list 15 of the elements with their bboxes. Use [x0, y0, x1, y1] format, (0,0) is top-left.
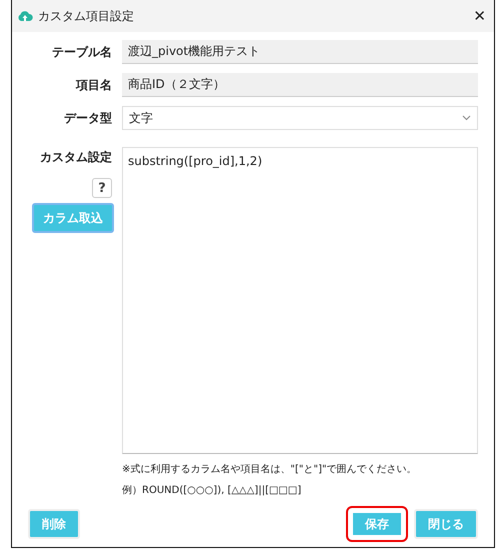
select-field[interactable]: 文字 [122, 106, 478, 130]
hint-text: 例）ROUND([○○○]), [△△△]||[□□□] [122, 484, 302, 497]
field-label: データ型 [63, 110, 112, 126]
close-button[interactable]: ✕ [473, 7, 486, 25]
formula-textarea[interactable]: substring([pro_id],1,2) [122, 147, 478, 454]
help-button[interactable]: ? [92, 178, 112, 198]
field-label: テーブル名 [51, 44, 112, 60]
field-label: カスタム設定 [40, 149, 112, 166]
chevron-icon [462, 115, 471, 121]
readonly-field: 商品ID（２文字） [122, 73, 478, 97]
field-label: 項目名 [74, 76, 112, 94]
cloud-icon [17, 10, 33, 22]
window-title: カスタム項目設定 [38, 8, 135, 24]
readonly-field: 渡辺_pivot機能用テスト [122, 40, 478, 64]
hint-text: ※式に利用するカラム名や項目名は、"["と"]"で囲んでください。 [122, 462, 418, 476]
